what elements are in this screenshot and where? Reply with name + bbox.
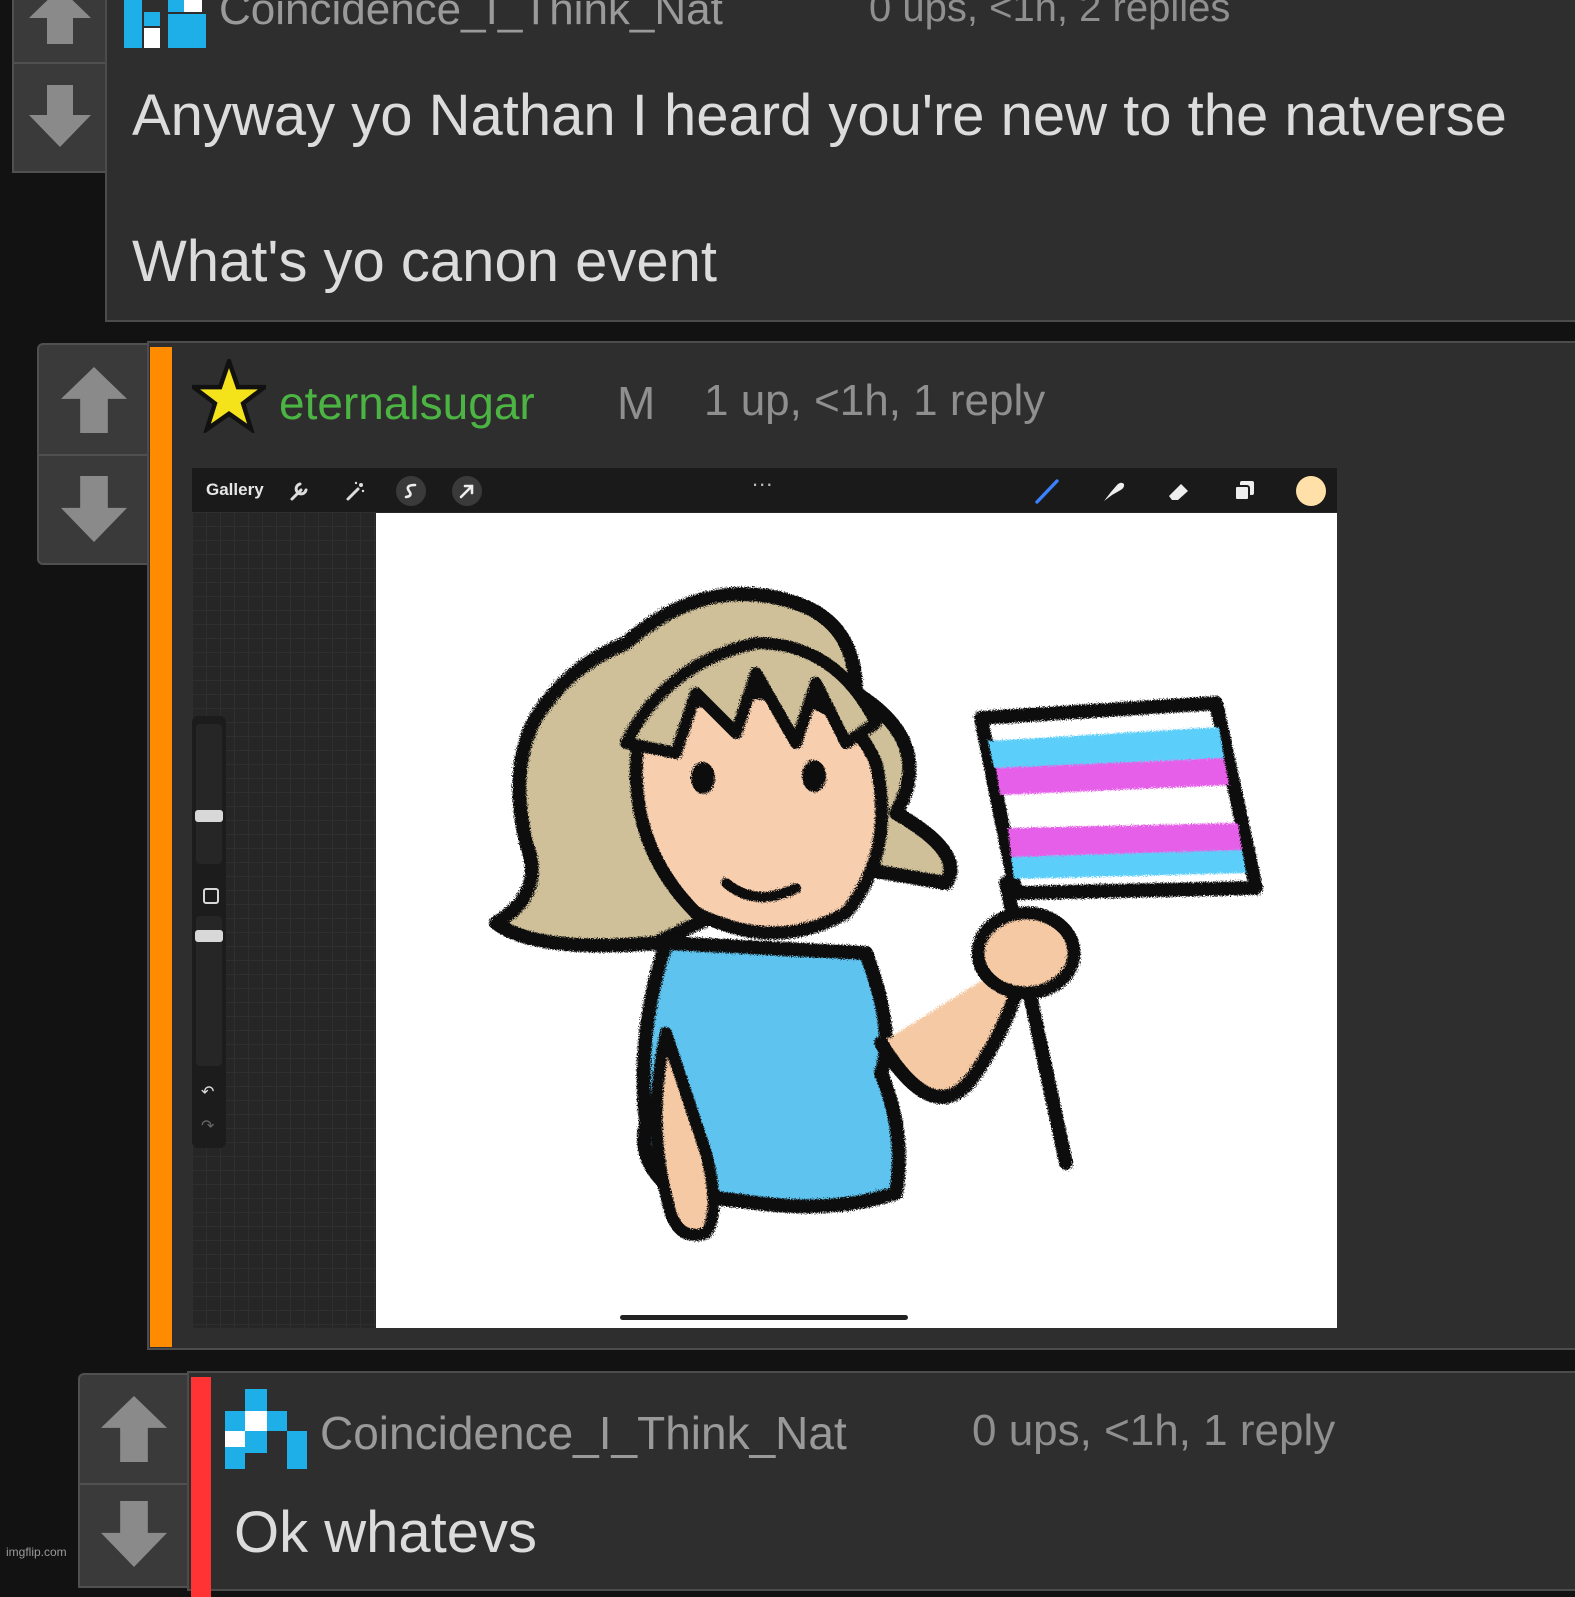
downvote-button[interactable]: [14, 61, 105, 171]
comment-body: Ok whatevs: [234, 1500, 537, 1565]
vote-column-top: [12, 0, 107, 173]
smudge-icon[interactable]: [1098, 476, 1128, 506]
comment-meta: 1 up, <1h, 1 reply: [704, 376, 1046, 425]
procreate-toolbar: Gallery ...: [192, 468, 1337, 512]
comment-username[interactable]: Coincidence_I_Think_Nat: [320, 1409, 847, 1457]
drawing-illustration: [489, 587, 1263, 1241]
slider-thumb[interactable]: [195, 810, 223, 822]
down-arrow-icon: [60, 475, 127, 542]
more-options-icon[interactable]: ...: [752, 468, 773, 492]
trans-flag: [974, 696, 1263, 900]
comment-username[interactable]: eternalsugar: [279, 379, 535, 427]
vote-column-main: [37, 343, 150, 565]
redo-icon[interactable]: ↷: [201, 1116, 214, 1136]
brush-icon[interactable]: [1032, 476, 1062, 506]
up-arrow-icon: [28, 0, 91, 44]
comment-accent-bar: [150, 347, 172, 1347]
pixel-avatar-icon: [124, 0, 206, 48]
upvote-button[interactable]: [80, 1375, 188, 1485]
eraser-icon[interactable]: [1164, 476, 1194, 506]
transform-arrow-icon[interactable]: [452, 476, 482, 506]
downvote-button[interactable]: [39, 454, 148, 563]
downvote-button[interactable]: [80, 1483, 188, 1586]
down-arrow-icon: [101, 1501, 167, 1567]
up-arrow-icon: [60, 366, 127, 433]
comment-image[interactable]: Gallery ... ↶ ↷: [192, 468, 1337, 1328]
down-arrow-icon: [28, 85, 91, 147]
comment-meta: 0 ups, <1h, 1 reply: [972, 1406, 1336, 1455]
comment-body-line-2: What's yo canon event: [132, 229, 717, 294]
modify-button[interactable]: [203, 888, 219, 904]
up-arrow-icon: [101, 1396, 167, 1462]
upvote-button[interactable]: [39, 345, 148, 456]
selection-icon[interactable]: [396, 476, 426, 506]
home-indicator: [620, 1315, 908, 1320]
comment-body-line-1: Anyway yo Nathan I heard you're new to t…: [132, 83, 1507, 148]
layers-icon[interactable]: [1230, 476, 1260, 506]
comment-meta: 0 ups, <1h, 2 replies: [869, 0, 1231, 30]
upvote-button[interactable]: [14, 0, 105, 64]
comment-reply: Coincidence_I_Think_Nat 0 ups, <1h, 1 re…: [187, 1371, 1575, 1597]
vote-column-reply: [78, 1373, 190, 1588]
pixel-avatar-icon: [225, 1389, 307, 1469]
opacity-slider[interactable]: [195, 916, 223, 1066]
magic-wand-icon[interactable]: [340, 476, 370, 506]
wrench-icon[interactable]: [284, 476, 314, 506]
drawing-canvas: [376, 513, 1337, 1328]
mod-badge: M: [617, 377, 656, 429]
star-icon: [192, 359, 266, 433]
character-drawing: [489, 587, 1263, 1241]
color-swatch[interactable]: [1296, 476, 1326, 506]
imgflip-watermark: imgflip.com: [6, 1545, 67, 1559]
gallery-button[interactable]: Gallery: [206, 480, 264, 500]
slider-thumb[interactable]: [195, 930, 223, 942]
comment-username[interactable]: Coincidence_I_Think_Nat: [219, 0, 723, 32]
comment-accent-bar: [191, 1377, 211, 1597]
side-toolbar: ↶ ↷: [192, 716, 226, 1148]
brush-size-slider[interactable]: [195, 724, 223, 864]
comment-top: Coincidence_I_Think_Nat 0 ups, <1h, 2 re…: [105, 0, 1575, 322]
undo-icon[interactable]: ↶: [201, 1082, 214, 1102]
